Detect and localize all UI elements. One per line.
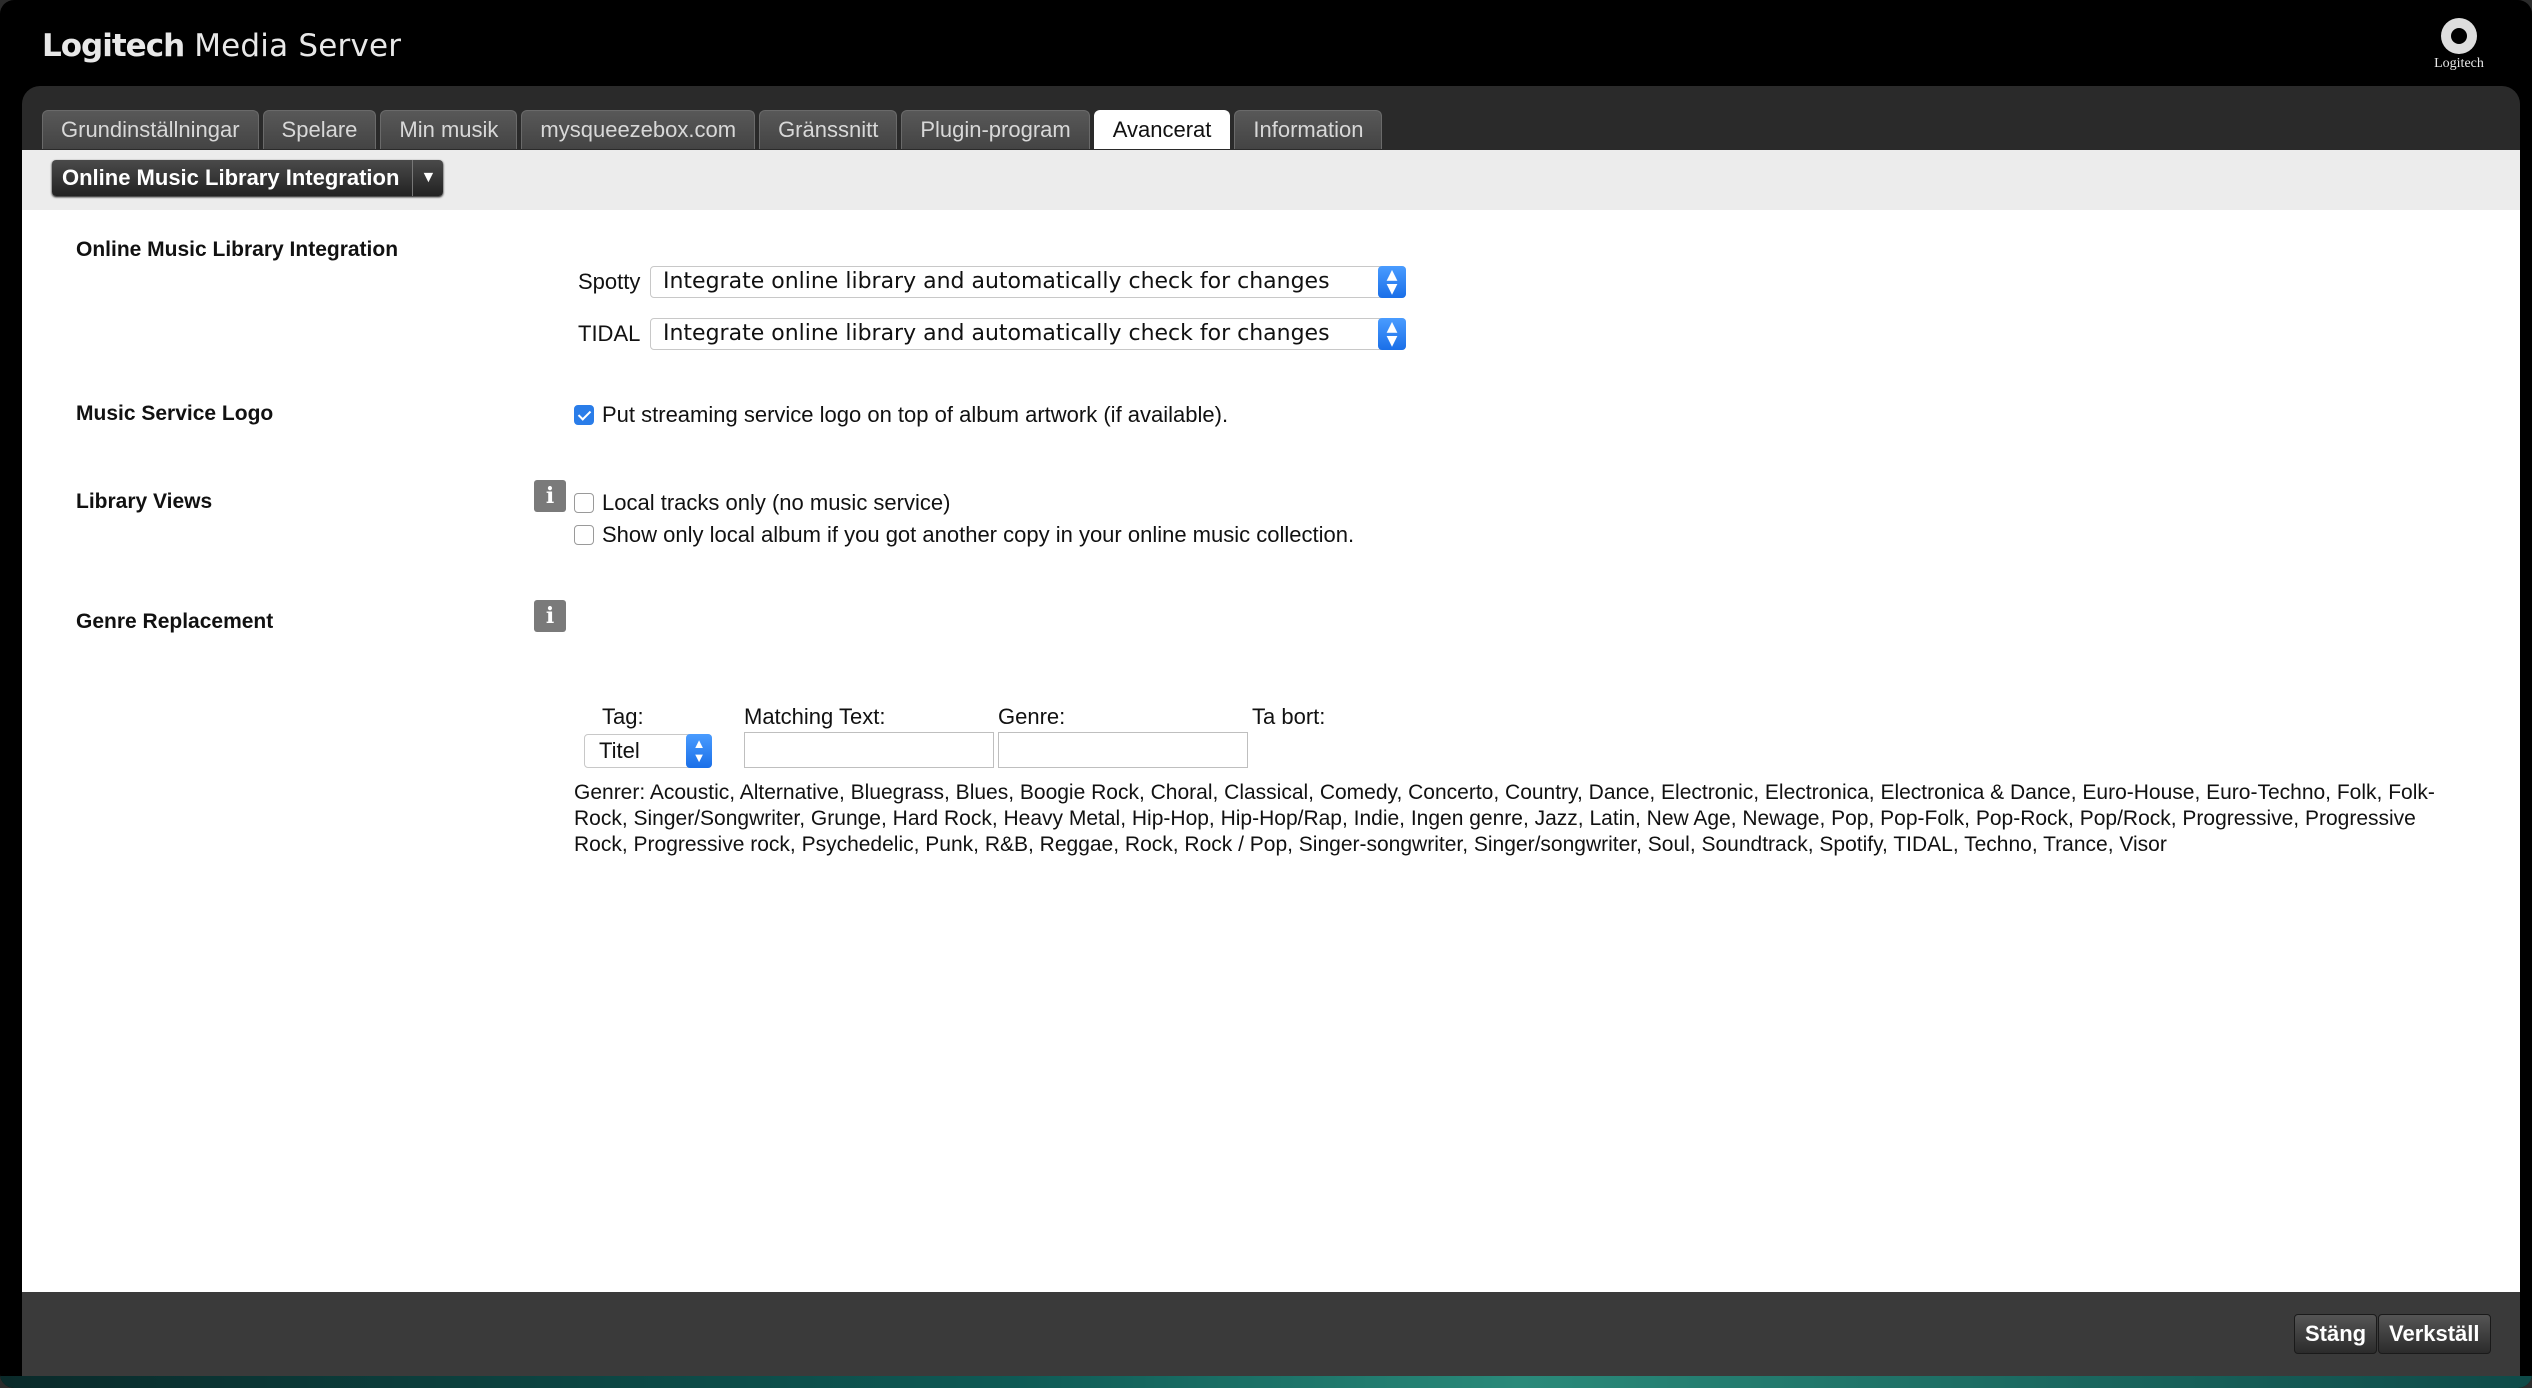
apply-button[interactable]: Verkställ bbox=[2378, 1314, 2491, 1354]
info-icon[interactable]: i bbox=[534, 480, 566, 512]
local-tracks-label: Local tracks only (no music service) bbox=[602, 490, 951, 515]
logitech-logo: Logitech bbox=[2424, 18, 2494, 74]
subsection-dropdown-label: Online Music Library Integration bbox=[62, 165, 400, 190]
tidal-row: TIDAL Integrate online library and autom… bbox=[578, 318, 1406, 350]
tab-avancerat[interactable]: Avancerat bbox=[1093, 110, 1231, 149]
tab-plugin-program[interactable]: Plugin-program bbox=[901, 110, 1090, 149]
tab-bar: Grundinställningar Spelare Min musik mys… bbox=[42, 110, 1383, 150]
select-spinner-icon: ▲ ▼ bbox=[1378, 318, 1406, 350]
tab-grundinstallningar[interactable]: Grundinställningar bbox=[42, 110, 259, 149]
tab-spelare[interactable]: Spelare bbox=[262, 110, 377, 149]
matching-text-input[interactable] bbox=[744, 732, 994, 768]
tab-granssnitt[interactable]: Gränssnitt bbox=[759, 110, 898, 149]
info-icon[interactable]: i bbox=[534, 600, 566, 632]
footer-bar: Stäng Verkställ bbox=[22, 1292, 2520, 1376]
local-album-label: Show only local album if you got another… bbox=[602, 522, 1355, 547]
spotty-row: Spotty Integrate online library and auto… bbox=[578, 266, 1406, 298]
spotty-select-value: Integrate online library and automatical… bbox=[663, 269, 1330, 294]
select-spinner-icon: ▲ ▼ bbox=[686, 734, 712, 768]
spotty-select[interactable]: Integrate online library and automatical… bbox=[650, 266, 1406, 298]
select-spinner-icon: ▲ ▼ bbox=[1378, 266, 1406, 298]
omli-label: Online Music Library Integration bbox=[76, 238, 399, 261]
local-tracks-option: Local tracks only (no music service) bbox=[574, 490, 950, 516]
genre-input[interactable] bbox=[998, 732, 1248, 768]
tidal-label: TIDAL bbox=[578, 321, 641, 346]
app-title-brand: Logitech bbox=[42, 28, 185, 64]
tab-mysqueezebox[interactable]: mysqueezebox.com bbox=[521, 110, 756, 149]
app-title-rest: Media Server bbox=[184, 28, 402, 64]
service-logo-option: Put streaming service logo on top of alb… bbox=[574, 402, 1228, 428]
local-album-checkbox[interactable] bbox=[574, 525, 594, 545]
chevron-down-icon: ▼ bbox=[412, 160, 443, 196]
service-logo-checkbox[interactable] bbox=[574, 405, 594, 425]
genre-replacement-label: Genre Replacement bbox=[76, 610, 274, 633]
tidal-select-value: Integrate online library and automatical… bbox=[663, 321, 1330, 346]
genre-column-header: Genre: bbox=[998, 704, 1066, 729]
app-window: Logitech Media Server Logitech Grundinst… bbox=[0, 0, 2532, 1388]
delete-column-header: Ta bort: bbox=[1252, 704, 1326, 729]
subsection-dropdown[interactable]: Online Music Library Integration ▼ bbox=[52, 160, 444, 196]
music-service-logo-label: Music Service Logo bbox=[76, 402, 274, 425]
local-tracks-checkbox[interactable] bbox=[574, 493, 594, 513]
window-bottom-glow bbox=[0, 1376, 2532, 1388]
service-logo-checkbox-label: Put streaming service logo on top of alb… bbox=[602, 402, 1229, 427]
logitech-logo-icon bbox=[2441, 18, 2477, 54]
app-title: Logitech Media Server bbox=[42, 28, 401, 64]
settings-panel: Grundinställningar Spelare Min musik mys… bbox=[22, 86, 2520, 1376]
genre-list-text: Genrer: Acoustic, Alternative, Bluegrass… bbox=[574, 781, 2435, 856]
spotty-label: Spotty bbox=[578, 269, 641, 294]
matching-column-header: Matching Text: bbox=[744, 704, 886, 729]
library-views-label: Library Views bbox=[76, 490, 213, 513]
tag-column-header: Tag: bbox=[602, 704, 644, 729]
close-button[interactable]: Stäng bbox=[2294, 1314, 2378, 1354]
tidal-select[interactable]: Integrate online library and automatical… bbox=[650, 318, 1406, 350]
local-album-option: Show only local album if you got another… bbox=[574, 522, 1354, 548]
settings-content: Online Music Library Integration Spotty … bbox=[22, 210, 2520, 1292]
tag-select[interactable]: Titel ▲ ▼ bbox=[584, 734, 712, 768]
subsection-bar: Online Music Library Integration ▼ bbox=[22, 150, 2520, 210]
tab-min-musik[interactable]: Min musik bbox=[380, 110, 518, 149]
tab-information[interactable]: Information bbox=[1234, 110, 1383, 149]
logo-text: Logitech bbox=[2434, 56, 2484, 71]
tag-select-value: Titel bbox=[599, 738, 640, 763]
